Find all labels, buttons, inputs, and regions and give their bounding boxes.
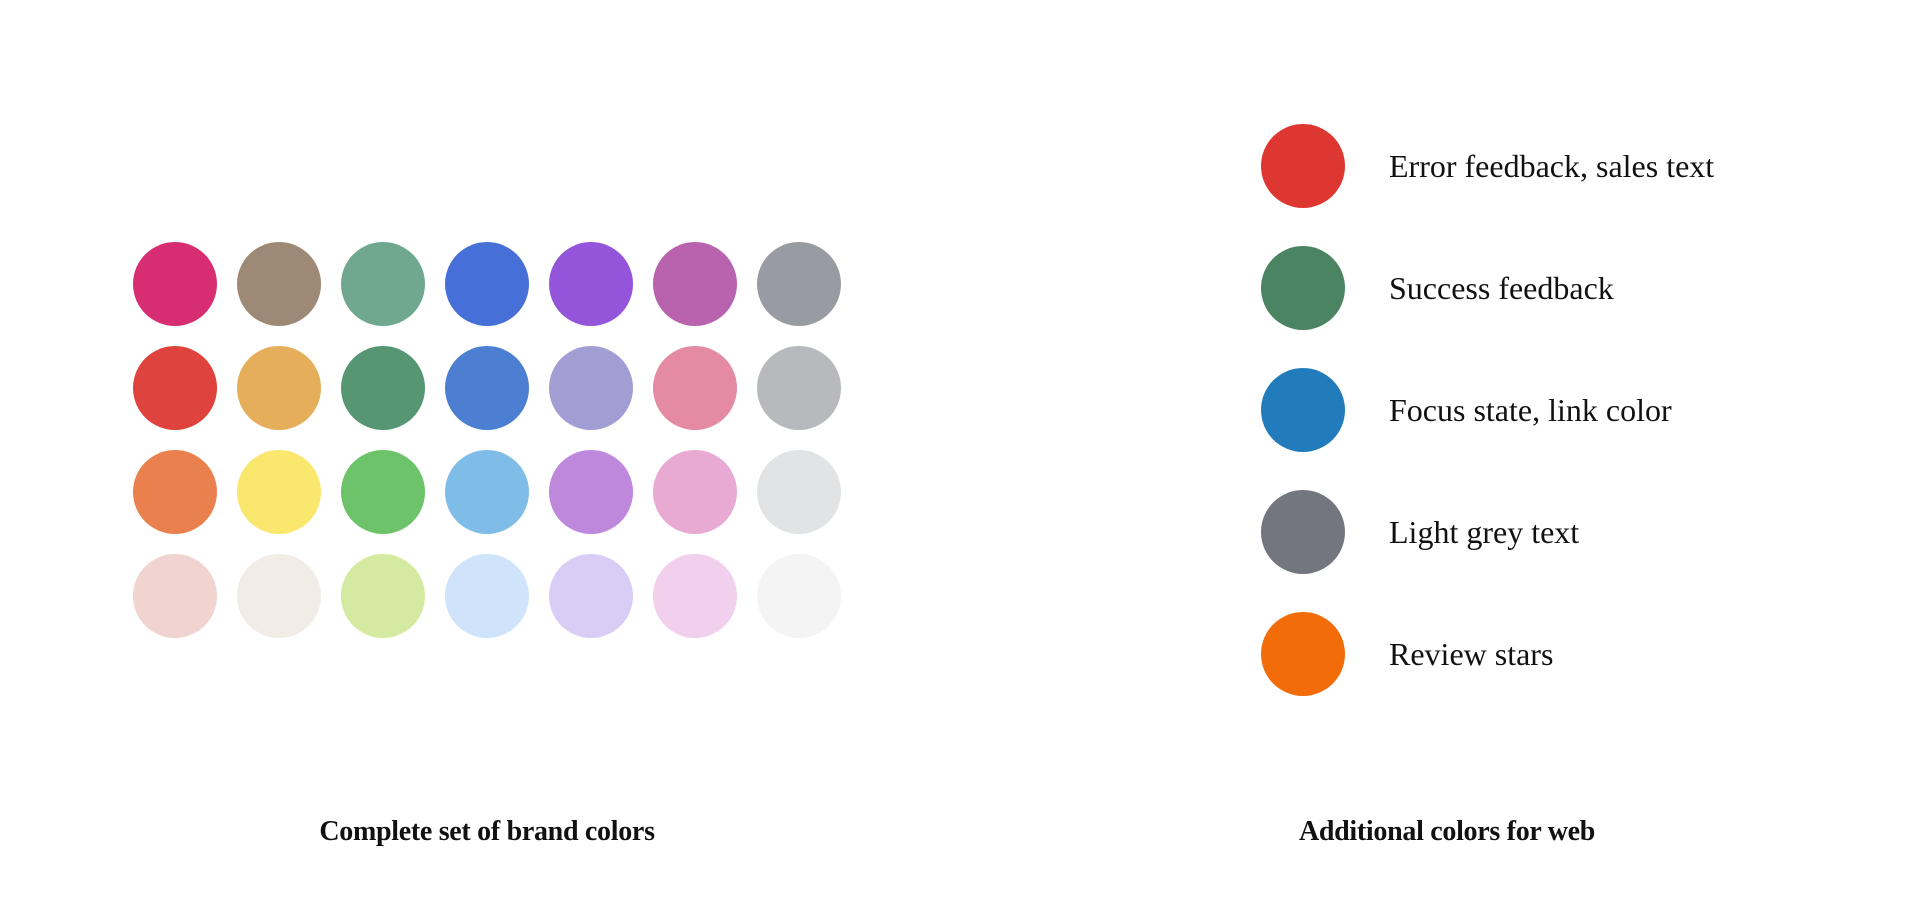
brand-swatch <box>445 450 529 534</box>
web-color-label: Light grey text <box>1389 514 1580 550</box>
brand-swatch <box>445 346 529 430</box>
web-colors-list: Error feedback, sales text Success feedb… <box>1261 124 1714 734</box>
web-swatch <box>1261 124 1345 208</box>
web-swatch <box>1261 612 1345 696</box>
brand-swatch <box>653 242 737 326</box>
web-color-item-error: Error feedback, sales text <box>1261 124 1714 208</box>
brand-swatch <box>133 242 217 326</box>
web-swatch <box>1261 246 1345 330</box>
brand-swatch <box>653 450 737 534</box>
web-color-item-review-stars: Review stars <box>1261 612 1714 696</box>
web-swatch <box>1261 490 1345 574</box>
brand-swatch <box>445 554 529 638</box>
brand-swatch <box>133 346 217 430</box>
brand-swatch <box>237 242 321 326</box>
brand-swatch <box>341 242 425 326</box>
web-color-item-success: Success feedback <box>1261 246 1714 330</box>
web-color-item-focus: Focus state, link color <box>1261 368 1714 452</box>
brand-swatch <box>549 346 633 430</box>
brand-swatch <box>549 450 633 534</box>
brand-swatch <box>757 554 841 638</box>
web-colors-caption: Additional colors for web <box>1298 816 1596 847</box>
brand-swatch <box>237 346 321 430</box>
brand-swatch <box>237 450 321 534</box>
brand-swatch <box>237 554 321 638</box>
brand-color-grid <box>133 242 841 638</box>
brand-swatch <box>653 346 737 430</box>
brand-swatch <box>653 554 737 638</box>
brand-swatch <box>133 554 217 638</box>
brand-swatch <box>341 450 425 534</box>
web-color-label: Success feedback <box>1389 270 1614 306</box>
web-color-item-light-grey: Light grey text <box>1261 490 1714 574</box>
brand-swatch <box>757 346 841 430</box>
brand-swatch <box>133 450 217 534</box>
brand-swatch <box>341 554 425 638</box>
brand-swatch <box>757 242 841 326</box>
web-color-label: Review stars <box>1389 636 1554 672</box>
web-color-label: Error feedback, sales text <box>1389 148 1715 184</box>
brand-colors-caption: Complete set of brand colors <box>319 816 655 847</box>
web-swatch <box>1261 368 1345 452</box>
brand-swatch <box>549 554 633 638</box>
brand-swatch <box>341 346 425 430</box>
web-color-label: Focus state, link color <box>1389 392 1672 428</box>
brand-swatch <box>757 450 841 534</box>
brand-swatch <box>549 242 633 326</box>
brand-swatch <box>445 242 529 326</box>
